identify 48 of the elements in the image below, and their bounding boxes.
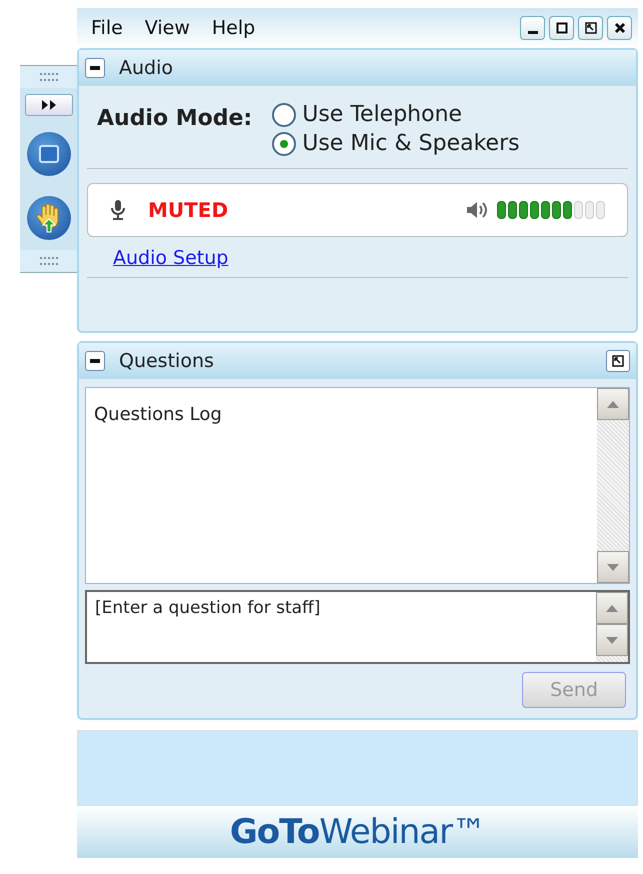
maximize-icon <box>556 22 568 34</box>
pop-out-button[interactable] <box>606 350 630 372</box>
up-arrow-icon <box>606 604 618 612</box>
menu-item[interactable]: File <box>91 17 123 39</box>
minus-icon <box>90 66 100 70</box>
minimize-icon <box>528 30 538 34</box>
window-button[interactable] <box>549 16 574 40</box>
drag-handle[interactable] <box>20 250 77 272</box>
window-button[interactable] <box>578 16 603 40</box>
restore-icon <box>584 22 596 34</box>
window-button[interactable] <box>607 16 632 40</box>
up-arrow-icon <box>607 400 619 408</box>
drag-handle[interactable] <box>20 66 77 88</box>
scrollbar[interactable] <box>597 388 629 583</box>
raise-hand-button[interactable] <box>26 196 70 240</box>
restore-icon <box>612 355 624 367</box>
minus-icon <box>90 359 100 363</box>
window-button[interactable] <box>520 16 545 40</box>
log-title: Questions Log <box>93 403 223 427</box>
scrollbar[interactable] <box>596 592 628 662</box>
scroll-up-button[interactable] <box>596 592 628 624</box>
scroll-down-button[interactable] <box>597 551 629 583</box>
radio-button[interactable] <box>272 102 296 126</box>
radio-label: Use Telephone <box>302 102 462 127</box>
window-icon <box>38 145 58 163</box>
scroll-down-button[interactable] <box>596 624 628 656</box>
speaker-icon <box>465 200 489 220</box>
radio-option[interactable]: Use Telephone <box>272 102 520 127</box>
panel-title: Audio <box>119 57 174 79</box>
muted-status: MUTED <box>148 198 228 222</box>
screen-button[interactable] <box>26 132 70 176</box>
microphone-icon <box>110 199 126 221</box>
audio-mode-label: Audio Mode: <box>97 106 252 133</box>
radio-button[interactable] <box>272 132 296 156</box>
expand-button[interactable] <box>24 94 72 116</box>
fast-forward-icon <box>40 100 56 110</box>
collapse-button[interactable] <box>85 58 105 78</box>
collapse-button[interactable] <box>85 351 105 371</box>
down-arrow-icon <box>606 636 618 644</box>
hand-arrow-icon <box>36 203 62 233</box>
panel-title: Questions <box>119 350 214 372</box>
scroll-up-button[interactable] <box>597 388 629 420</box>
close-icon <box>614 22 626 34</box>
down-arrow-icon <box>607 564 619 570</box>
menu-item[interactable]: View <box>144 17 190 39</box>
menu-item[interactable]: Help <box>212 17 256 39</box>
product-logo: GoToWebinar™ <box>230 812 486 852</box>
audio-setup-link[interactable]: Audio Setup <box>113 247 228 269</box>
